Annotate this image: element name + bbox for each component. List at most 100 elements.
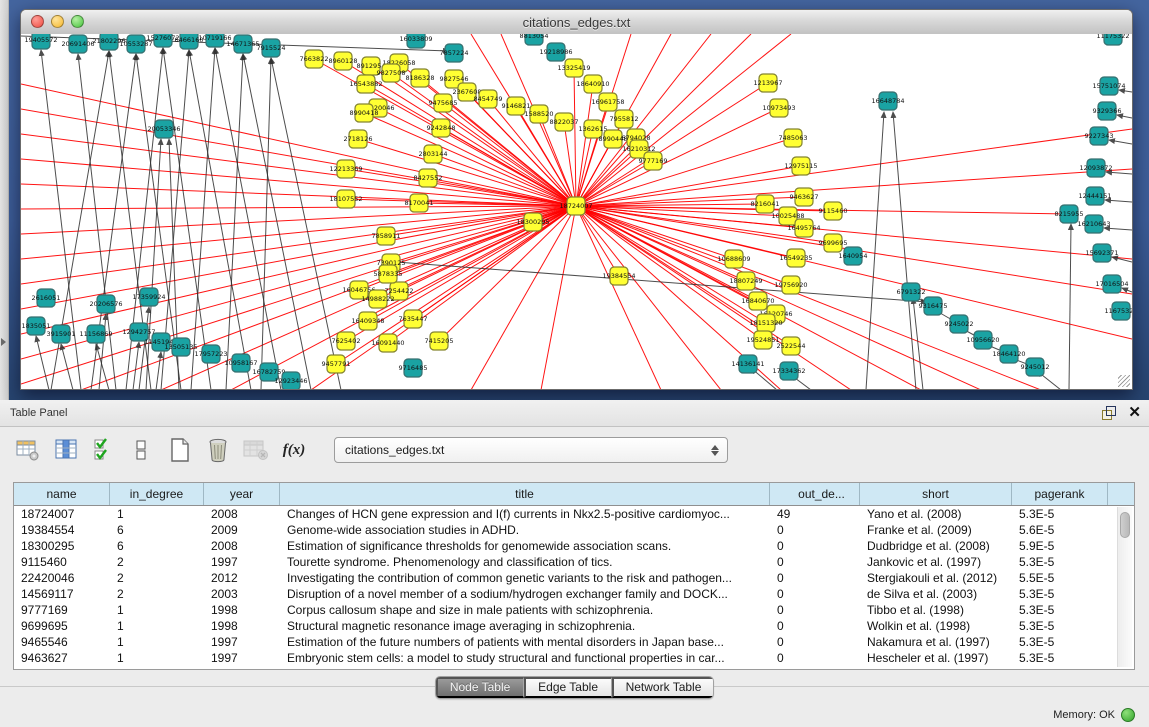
- graph-node[interactable]: 9475685: [429, 94, 458, 112]
- graph-node[interactable]: 9227343: [1085, 127, 1114, 145]
- graph-node[interactable]: 9115460: [819, 202, 848, 220]
- graph-node[interactable]: 16091440: [371, 334, 404, 352]
- zoom-window-button[interactable]: [71, 15, 84, 28]
- graph-node[interactable]: 12093872: [1079, 159, 1112, 177]
- float-window-icon[interactable]: [1102, 406, 1116, 420]
- graph-node[interactable]: 17957223: [194, 345, 227, 363]
- select-all-icon[interactable]: [90, 436, 118, 464]
- graph-node[interactable]: 7663822: [300, 50, 329, 68]
- cell-year: 1997: [204, 634, 280, 650]
- dropdown-stepper-icon: [707, 445, 723, 456]
- vertical-scrollbar[interactable]: [1117, 507, 1132, 667]
- graph-node[interactable]: 9245012: [1021, 358, 1050, 376]
- graph-node[interactable]: 2616051: [32, 289, 61, 307]
- graph-node[interactable]: 20206576: [89, 295, 122, 313]
- table-row[interactable]: 969969511998Structural magnetic resonanc…: [14, 618, 1134, 634]
- graph-node[interactable]: 9329366: [1093, 102, 1122, 120]
- graph-node[interactable]: 12213369: [329, 160, 362, 178]
- table-row[interactable]: 1938455462009Genome-wide association stu…: [14, 522, 1134, 538]
- scrollbar-thumb[interactable]: [1120, 512, 1130, 538]
- graph-node[interactable]: 18107552: [329, 190, 362, 208]
- graph-node[interactable]: 13325419: [557, 59, 590, 77]
- citation-network-graph[interactable]: 1940557220691406218022961055328715276072…: [21, 34, 1132, 389]
- graph-node[interactable]: 6791322: [897, 283, 926, 301]
- graph-node[interactable]: 8170041: [405, 194, 434, 212]
- graph-node[interactable]: 10688609: [717, 250, 750, 268]
- clear-selection-icon[interactable]: [128, 436, 156, 464]
- graph-node[interactable]: 11156869: [79, 325, 112, 343]
- resize-grip[interactable]: [1118, 375, 1130, 387]
- delete-table-icon[interactable]: [204, 436, 232, 464]
- close-icon[interactable]: ✕: [1128, 406, 1141, 420]
- graph-node[interactable]: 19524851: [746, 331, 779, 349]
- graph-node[interactable]: 7955812: [610, 110, 639, 128]
- column-header-out_degree[interactable]: out_de...: [770, 483, 860, 505]
- table-row[interactable]: 946362711997Embryonic stem cells: a mode…: [14, 650, 1134, 666]
- tab-node-table[interactable]: Node Table: [436, 677, 524, 698]
- graph-node[interactable]: 8813054: [520, 34, 549, 45]
- graph-node[interactable]: 17359924: [132, 288, 165, 306]
- table-row[interactable]: 1872400712008Changes of HCN gene express…: [14, 506, 1134, 522]
- graph-node[interactable]: 10973493: [762, 99, 795, 117]
- minimize-window-button[interactable]: [51, 15, 64, 28]
- graph-node[interactable]: 18640910: [576, 75, 609, 93]
- svg-text:9457791: 9457791: [322, 360, 351, 368]
- graph-node[interactable]: 19218986: [539, 43, 572, 61]
- table-row[interactable]: 911546021997Tourette syndrome. Phenomeno…: [14, 554, 1134, 570]
- column-header-title[interactable]: title: [280, 483, 770, 505]
- collapse-arrow-icon[interactable]: [1, 338, 6, 346]
- show-columns-icon[interactable]: [52, 436, 80, 464]
- network-canvas[interactable]: 1940557220691406218022961055328715276072…: [21, 34, 1132, 389]
- graph-node[interactable]: 11175322: [1096, 34, 1129, 45]
- graph-node[interactable]: 7915524: [257, 39, 286, 57]
- graph-node[interactable]: 15692371: [1085, 244, 1118, 262]
- new-table-icon[interactable]: [166, 436, 194, 464]
- column-header-in_degree[interactable]: in_degree: [110, 483, 204, 505]
- graph-node[interactable]: 16033809: [399, 34, 432, 48]
- graph-node[interactable]: 9316475: [919, 297, 948, 315]
- table-row[interactable]: 2242004622012Investigating the contribut…: [14, 570, 1134, 586]
- table-selector-dropdown[interactable]: citations_edges.txt: [334, 437, 728, 463]
- graph-node[interactable]: 12975115: [784, 157, 817, 175]
- graph-node[interactable]: 11675320: [1104, 302, 1132, 320]
- graph-node[interactable]: 16961758: [591, 93, 624, 111]
- column-header-year[interactable]: year: [204, 483, 280, 505]
- graph-node[interactable]: 15751074: [1092, 77, 1125, 95]
- table-row[interactable]: 977716911998Corpus callosum shape and si…: [14, 602, 1134, 618]
- graph-node[interactable]: 8822037: [550, 113, 579, 131]
- table-options-icon[interactable]: [14, 436, 42, 464]
- column-header-pagerank[interactable]: pagerank: [1012, 483, 1108, 505]
- graph-node[interactable]: 19405572: [24, 34, 57, 49]
- graph-node[interactable]: 3915901: [47, 325, 76, 343]
- graph-node[interactable]: 7857224: [440, 44, 469, 62]
- column-header-name[interactable]: name: [14, 483, 110, 505]
- graph-node[interactable]: 7415205: [425, 332, 454, 350]
- graph-node[interactable]: 19384554: [602, 267, 635, 285]
- graph-node[interactable]: 17016504: [1095, 275, 1128, 293]
- cell-short: Wolkin et al. (1998): [860, 618, 1012, 634]
- graph-node[interactable]: 18464120: [992, 345, 1025, 363]
- close-window-button[interactable]: [31, 15, 44, 28]
- graph-node[interactable]: 12444151: [1078, 187, 1111, 205]
- graph-node[interactable]: 17334362: [772, 362, 805, 380]
- table-row[interactable]: 1830029562008Estimation of significance …: [14, 538, 1134, 554]
- graph-node[interactable]: 2718126: [344, 130, 373, 148]
- tab-edge-table[interactable]: Edge Table: [524, 677, 612, 698]
- graph-node[interactable]: 9699695: [819, 234, 848, 252]
- graph-node[interactable]: 7485063: [779, 129, 808, 147]
- table-row[interactable]: 946554611997Estimation of the future num…: [14, 634, 1134, 650]
- graph-node[interactable]: 16549235: [779, 249, 812, 267]
- function-builder-icon[interactable]: f(x): [280, 436, 308, 464]
- memory-status-indicator[interactable]: [1121, 708, 1135, 722]
- graph-node[interactable]: 9463627: [790, 188, 819, 206]
- column-header-short[interactable]: short: [860, 483, 1012, 505]
- tab-network-table[interactable]: Network Table: [612, 677, 714, 698]
- cell-pagerank: 5.3E-5: [1012, 602, 1108, 618]
- graph-node[interactable]: 7858911: [372, 227, 401, 245]
- graph-node[interactable]: 16648784: [871, 92, 904, 110]
- network-window-titlebar[interactable]: citations_edges.txt: [21, 10, 1132, 35]
- graph-node[interactable]: 1640954: [839, 247, 868, 265]
- table-row[interactable]: 1456911722003Disruption of a novel membe…: [14, 586, 1134, 602]
- graph-node[interactable]: 9716485: [399, 359, 428, 377]
- svg-text:10688609: 10688609: [717, 255, 750, 263]
